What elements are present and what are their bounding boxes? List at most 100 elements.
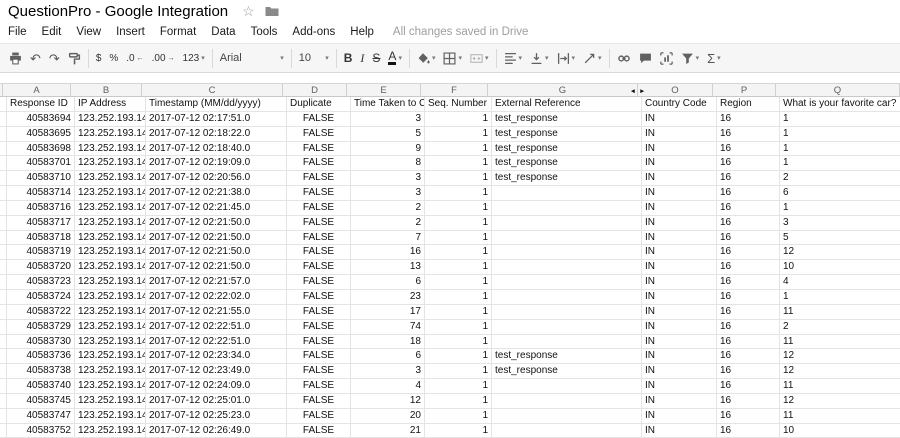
cell-P[interactable]: 16 — [717, 230, 780, 246]
currency-format-button[interactable]: $ — [92, 47, 106, 69]
cell-A[interactable]: 40583698 — [7, 141, 75, 157]
cell-C[interactable]: 2017-07-12 02:21:50.0 — [146, 260, 287, 276]
cell-F[interactable]: 1 — [425, 200, 492, 216]
cell-B[interactable]: 123.252.193.148 — [75, 200, 146, 216]
cell-F[interactable]: 1 — [425, 260, 492, 276]
cell-E[interactable]: 17 — [351, 304, 425, 320]
cell-D[interactable]: FALSE — [287, 215, 351, 231]
cell-E[interactable]: 6 — [351, 349, 425, 365]
cell-O[interactable]: IN — [642, 319, 717, 335]
cell-E[interactable]: 3 — [351, 186, 425, 201]
cell-B[interactable]: 123.252.193.148 — [75, 364, 146, 380]
column-header-B[interactable]: B — [71, 83, 142, 97]
cell-E[interactable]: Time Taken to Co — [351, 97, 425, 112]
cell-G[interactable]: test_response — [492, 349, 642, 365]
cell-A[interactable]: 40583730 — [7, 334, 75, 350]
cell-Q[interactable]: 11 — [780, 305, 900, 320]
cell-C[interactable]: 2017-07-12 02:26:49.0 — [146, 423, 287, 438]
cell-A[interactable]: 40583695 — [7, 126, 75, 142]
cell-C[interactable]: 2017-07-12 02:20:56.0 — [146, 171, 287, 187]
cell-E[interactable]: 2 — [351, 200, 425, 216]
borders-button[interactable]: ▾ — [439, 47, 466, 69]
column-header-A[interactable]: A — [3, 83, 71, 97]
cell-C[interactable]: 2017-07-12 02:22:51.0 — [146, 319, 287, 335]
cell-P[interactable]: 16 — [717, 364, 780, 380]
cell-G[interactable]: External Reference — [492, 97, 642, 112]
cell-D[interactable]: FALSE — [287, 171, 351, 187]
cell-B[interactable]: 123.252.193.148 — [75, 171, 146, 187]
text-rotation-button[interactable]: ▾ — [579, 47, 606, 69]
cell-A[interactable]: 40583701 — [7, 156, 75, 172]
cell-Q[interactable]: 1 — [780, 127, 900, 142]
cell-F[interactable]: 1 — [425, 126, 492, 142]
cell-P[interactable]: 16 — [717, 334, 780, 350]
menu-tools[interactable]: Tools — [251, 26, 278, 38]
cell-C[interactable]: 2017-07-12 02:25:01.0 — [146, 393, 287, 409]
cell-O[interactable]: IN — [642, 349, 717, 365]
cell-F[interactable]: 1 — [425, 275, 492, 290]
cell-C[interactable]: 2017-07-12 02:22:51.0 — [146, 334, 287, 350]
cell-B[interactable]: IP Address — [75, 97, 146, 112]
increase-decimal-button[interactable]: .00 → — [148, 47, 179, 69]
text-color-button[interactable]: A ▾ — [384, 47, 406, 69]
cell-O[interactable]: IN — [642, 171, 717, 187]
cell-E[interactable]: 3 — [351, 111, 425, 127]
cell-C[interactable]: 2017-07-12 02:21:50.0 — [146, 215, 287, 231]
cell-E[interactable]: 20 — [351, 408, 425, 424]
cell-O[interactable]: IN — [642, 200, 717, 216]
cell-Q[interactable]: 12 — [780, 349, 900, 365]
star-icon[interactable]: ☆ — [242, 3, 255, 20]
cell-B[interactable]: 123.252.193.148 — [75, 126, 146, 142]
cell-F[interactable]: 1 — [425, 393, 492, 409]
cell-Q[interactable]: 12 — [780, 245, 900, 261]
cell-C[interactable]: Timestamp (MM/dd/yyyy) — [146, 97, 287, 112]
cell-G[interactable] — [492, 393, 642, 409]
cell-D[interactable]: FALSE — [287, 245, 351, 261]
cell-A[interactable]: 40583720 — [7, 260, 75, 276]
cell-F[interactable]: 1 — [425, 408, 492, 424]
font-family-select[interactable]: Arial ▾ — [216, 47, 288, 69]
cell-F[interactable]: 1 — [425, 364, 492, 380]
paint-format-button[interactable] — [64, 47, 85, 69]
insert-comment-button[interactable] — [635, 47, 656, 69]
cell-C[interactable]: 2017-07-12 02:17:51.0 — [146, 111, 287, 127]
cell-P[interactable]: 16 — [717, 393, 780, 409]
cell-D[interactable]: FALSE — [287, 230, 351, 246]
cell-E[interactable]: 16 — [351, 245, 425, 261]
cell-Q[interactable]: 12 — [780, 364, 900, 380]
cell-E[interactable]: 6 — [351, 275, 425, 290]
cell-A[interactable]: 40583694 — [7, 111, 75, 127]
cell-G[interactable] — [492, 379, 642, 394]
cell-B[interactable]: 123.252.193.148 — [75, 156, 146, 172]
cell-D[interactable]: FALSE — [287, 319, 351, 335]
cell-B[interactable]: 123.252.193.148 — [75, 141, 146, 157]
cell-P[interactable]: 16 — [717, 379, 780, 394]
cell-B[interactable]: 123.252.193.148 — [75, 423, 146, 438]
cell-G[interactable]: test_response — [492, 126, 642, 142]
cell-O[interactable]: IN — [642, 260, 717, 276]
cell-E[interactable]: 3 — [351, 171, 425, 187]
redo-button[interactable]: ↷ — [45, 47, 64, 69]
undo-button[interactable]: ↶ — [26, 47, 45, 69]
cell-P[interactable]: 16 — [717, 126, 780, 142]
cell-O[interactable]: Country Code — [642, 97, 717, 112]
cell-B[interactable]: 123.252.193.148 — [75, 275, 146, 290]
cell-G[interactable] — [492, 304, 642, 320]
cell-B[interactable]: 123.252.193.148 — [75, 304, 146, 320]
cell-P[interactable]: 16 — [717, 215, 780, 231]
cell-G[interactable]: test_response — [492, 364, 642, 380]
column-header-G[interactable]: G ◄ — [488, 83, 638, 97]
cell-B[interactable]: 123.252.193.148 — [75, 111, 146, 127]
cell-P[interactable]: 16 — [717, 275, 780, 290]
cell-Q[interactable]: 2 — [780, 320, 900, 335]
fill-color-button[interactable]: ▾ — [413, 47, 440, 69]
more-formats-button[interactable]: 123 ▾ — [179, 47, 209, 69]
cell-Q[interactable]: 1 — [780, 290, 900, 305]
cell-P[interactable]: 16 — [717, 200, 780, 216]
text-wrap-button[interactable]: ▾ — [553, 47, 580, 69]
hidden-columns-indicator[interactable]: ◄ — [630, 88, 636, 95]
cell-O[interactable]: IN — [642, 126, 717, 142]
cell-F[interactable]: 1 — [425, 349, 492, 365]
cell-B[interactable]: 123.252.193.148 — [75, 260, 146, 276]
cell-Q[interactable]: 11 — [780, 379, 900, 394]
